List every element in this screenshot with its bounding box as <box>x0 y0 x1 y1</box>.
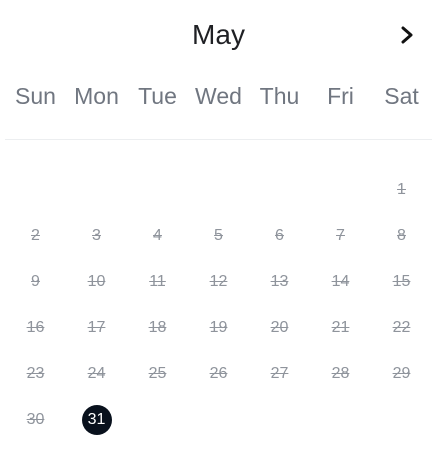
day-cell-empty <box>127 167 188 213</box>
weekday-thu: Thu <box>259 83 300 109</box>
day-cell-empty <box>188 397 249 443</box>
weekday-sun: Sun <box>15 83 56 109</box>
day-cell-disabled: 27 <box>270 365 289 382</box>
day-cell-empty <box>371 397 432 443</box>
day-cell-disabled: 12 <box>209 273 228 290</box>
day-cell-disabled: 26 <box>209 365 228 382</box>
day-cell-disabled: 11 <box>149 273 166 290</box>
day-cell-disabled: 20 <box>270 319 289 336</box>
day-cell-disabled: 13 <box>270 273 289 290</box>
day-cell-disabled: 25 <box>148 365 167 382</box>
weekday-fri: Fri <box>327 83 354 109</box>
weekday-wed: Wed <box>195 83 242 109</box>
day-cell-empty <box>249 167 310 213</box>
day-cell-disabled: 22 <box>392 319 411 336</box>
day-cell-disabled: 5 <box>214 227 223 244</box>
weekday-tue: Tue <box>138 83 177 109</box>
day-cell-disabled: 29 <box>392 365 411 382</box>
day-cell-disabled: 3 <box>92 227 101 244</box>
day-cell-disabled: 15 <box>392 273 411 290</box>
day-cell-disabled: 24 <box>87 365 106 382</box>
days-grid: 1 2 3 4 5 6 7 8 9 10 11 12 13 14 15 16 17 18 19 20 21 22 23 24 2… <box>5 167 432 443</box>
month-title: May <box>192 19 245 50</box>
day-cell-disabled: 14 <box>331 273 350 290</box>
day-cell-empty <box>66 167 127 213</box>
day-cell-empty <box>310 397 371 443</box>
weekday-mon: Mon <box>74 83 119 109</box>
next-month-button[interactable] <box>396 24 418 46</box>
day-cell-disabled: 10 <box>87 273 106 290</box>
date-picker: May Sun Mon Tue Wed Thu Fri Sat 12345678… <box>5 0 432 452</box>
day-cell-empty <box>188 167 249 213</box>
weekday-header: Sun Mon Tue Wed Thu Fri Sat <box>5 80 432 112</box>
day-cell-empty <box>5 167 66 213</box>
chevron-right-icon <box>401 26 413 44</box>
day-cell-disabled: 6 <box>275 227 284 244</box>
day-cell-disabled: 21 <box>331 319 350 336</box>
day-cell-disabled: 28 <box>331 365 350 382</box>
day-cell-disabled: 8 <box>397 227 406 244</box>
day-cell-disabled: 18 <box>148 319 167 336</box>
day-cell-disabled: 30 <box>26 411 45 428</box>
selected-day-label: 31 <box>81 405 112 435</box>
day-cell-empty <box>127 397 188 443</box>
day-cell-selected[interactable]: 31 <box>66 397 127 443</box>
day-cell-disabled: 7 <box>336 227 345 244</box>
day-cell-disabled: 4 <box>153 227 162 244</box>
day-cell-empty <box>249 397 310 443</box>
calendar-header: May <box>5 0 432 70</box>
day-cell-disabled: 1 <box>397 181 406 198</box>
divider <box>5 139 432 140</box>
day-cell-empty <box>310 167 371 213</box>
day-cell-disabled: 16 <box>26 319 45 336</box>
day-cell-disabled: 23 <box>26 365 45 382</box>
day-cell-disabled: 2 <box>31 227 40 244</box>
day-cell-disabled: 17 <box>87 319 106 336</box>
day-cell-disabled: 9 <box>31 273 40 290</box>
weekday-sat: Sat <box>384 83 419 109</box>
day-cell-disabled: 19 <box>209 319 228 336</box>
